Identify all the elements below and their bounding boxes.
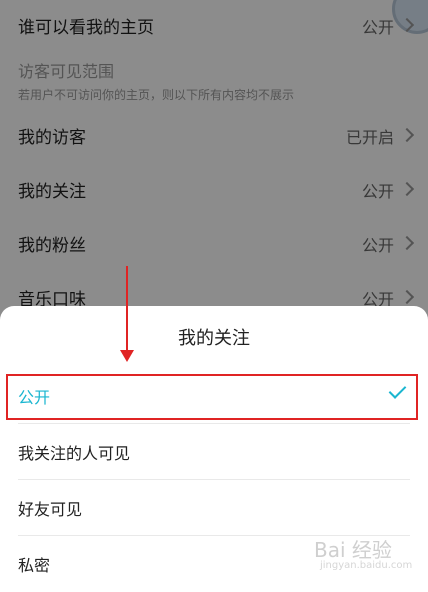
- sheet-title: 我的关注: [178, 328, 250, 349]
- option-label: 私密: [18, 556, 51, 575]
- option-following-visible[interactable]: 我关注的人可见: [0, 424, 428, 480]
- watermark: Bai 经验 jingyan.baidu.com: [314, 534, 414, 580]
- option-friends-visible[interactable]: 好友可见: [0, 480, 428, 536]
- annotation-arrow-line: [126, 266, 128, 354]
- watermark-logo: Bai 经验: [314, 538, 392, 562]
- annotation-arrow-head: [120, 350, 134, 362]
- watermark-url: jingyan.baidu.com: [320, 560, 413, 571]
- option-label: 好友可见: [18, 500, 83, 519]
- annotation-highlight-box: [6, 374, 418, 420]
- option-label: 我关注的人可见: [18, 444, 131, 463]
